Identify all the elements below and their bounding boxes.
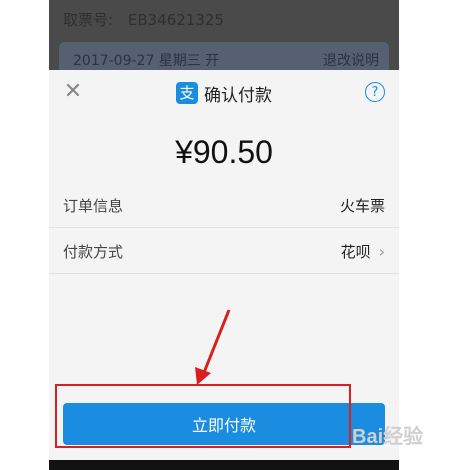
ticket-number-bar: 取票号: EB34621325 (49, 0, 399, 40)
help-icon[interactable]: ? (365, 82, 385, 102)
order-info-label: 订单信息 (63, 197, 124, 215)
trip-date: 2017-09-27 星期三 开 (73, 53, 220, 69)
payment-method-value-wrap: 花呗 › (341, 241, 385, 262)
ticket-number-label: 取票号: (63, 11, 114, 29)
payment-sheet: ✕ 支 确认付款 ? ¥90.50 订单信息 火车票 付款方式 花呗 › 立即付… (49, 70, 399, 460)
android-nav-bar (49, 460, 399, 470)
chevron-right-icon: › (378, 242, 385, 261)
payment-method-label: 付款方式 (63, 243, 124, 261)
alipay-logo-icon: 支 (176, 82, 198, 104)
sheet-header: 支 确认付款 (49, 70, 399, 116)
sheet-title: 确认付款 (204, 85, 272, 106)
annotation-arrow (195, 309, 231, 385)
phone-screen: 取票号: EB34621325 2017-09-27 星期三 开 退改说明 ✕ … (49, 0, 399, 470)
ticket-number-value: EB34621325 (127, 11, 224, 29)
order-info-value: 火车票 (339, 197, 385, 215)
order-info-row[interactable]: 订单信息 火车票 (49, 184, 399, 228)
refund-policy-link: 退改说明 (323, 53, 379, 69)
payment-amount: ¥90.50 (175, 134, 273, 170)
payment-method-row[interactable]: 付款方式 花呗 › (49, 230, 399, 274)
watermark-logo: Bai经验 (352, 426, 424, 448)
payment-method-value: 花呗 (340, 243, 371, 261)
